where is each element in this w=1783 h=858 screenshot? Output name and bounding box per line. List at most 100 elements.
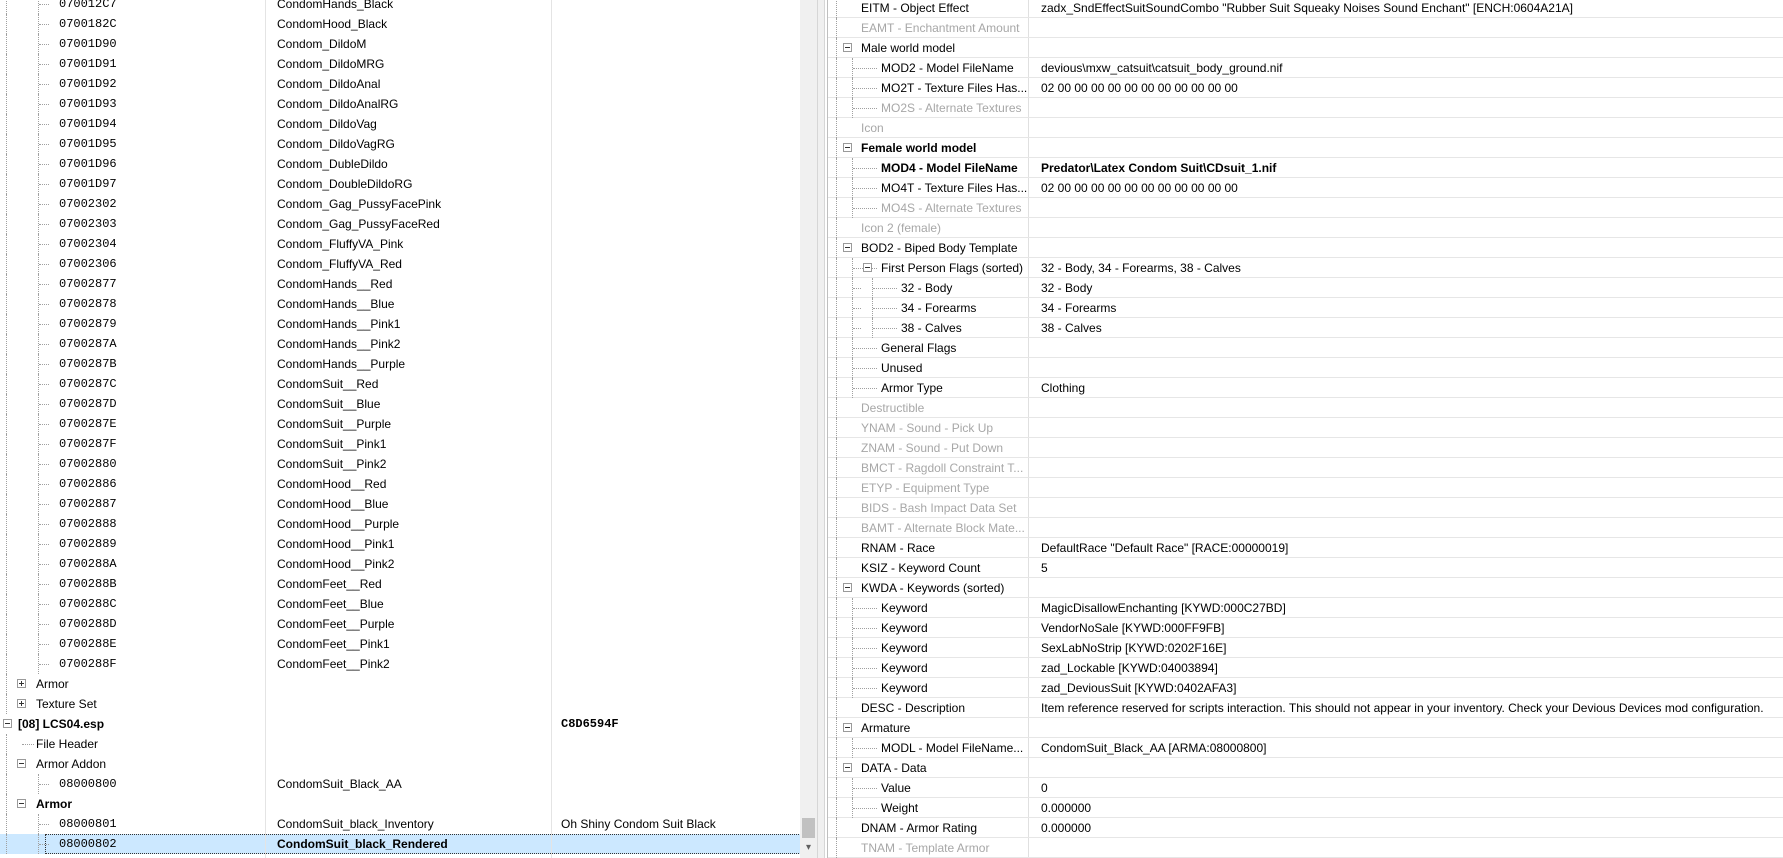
tree-record-row[interactable]: 07001D97 Condom_DoubleDildoRG <box>0 174 800 194</box>
record-field-row[interactable]: Male world model <box>828 38 1783 58</box>
field-value[interactable]: 38 - Calves <box>1041 318 1102 338</box>
tree-record-row[interactable]: 0700288D CondomFeet__Purple <box>0 614 800 634</box>
tree-record-row[interactable]: 07002889 CondomHood__Pink1 <box>0 534 800 554</box>
record-field-row[interactable]: Armor Type Clothing <box>828 378 1783 398</box>
field-value[interactable]: 0.000000 <box>1041 798 1091 818</box>
record-field-row[interactable]: 34 - Forearms 34 - Forearms <box>828 298 1783 318</box>
tree-record-row[interactable]: 07002887 CondomHood__Blue <box>0 494 800 514</box>
tree-record-row[interactable]: 07002304 Condom_FluffyVA_Pink <box>0 234 800 254</box>
field-value[interactable]: 32 - Body <box>1041 278 1092 298</box>
record-field-row[interactable]: 38 - Calves 38 - Calves <box>828 318 1783 338</box>
record-field-row[interactable]: Weight 0.000000 <box>828 798 1783 818</box>
record-field-row[interactable]: Icon <box>828 118 1783 138</box>
tree-scrollbar[interactable]: ▾ <box>800 0 817 858</box>
scroll-down-arrow-icon[interactable]: ▾ <box>800 838 817 858</box>
record-field-row[interactable]: DNAM - Armor Rating 0.000000 <box>828 818 1783 838</box>
pane-splitter[interactable] <box>817 0 825 858</box>
record-field-row[interactable]: MO4S - Alternate Textures <box>828 198 1783 218</box>
tree-record-row[interactable]: 0700182C CondomHood_Black <box>0 14 800 34</box>
record-field-row[interactable]: KWDA - Keywords (sorted) <box>828 578 1783 598</box>
field-value[interactable]: zadx_SndEffectSuitSoundCombo "Rubber Sui… <box>1041 0 1573 18</box>
tree-record-row[interactable]: 07001D95 Condom_DildoVagRG <box>0 134 800 154</box>
tree-record-row[interactable]: 0700287E CondomSuit__Purple <box>0 414 800 434</box>
tree-record-row[interactable]: 0700287D CondomSuit__Blue <box>0 394 800 414</box>
record-view-pane[interactable]: EITM - Object Effect zadx_SndEffectSuitSo… <box>827 0 1783 858</box>
record-field-row[interactable]: ZNAM - Sound - Put Down <box>828 438 1783 458</box>
collapse-minus-icon[interactable] <box>17 799 26 808</box>
field-value[interactable]: Item reference reserved for scripts inte… <box>1041 698 1764 718</box>
tree-record-row[interactable]: 07001D91 Condom_DildoMRG <box>0 54 800 74</box>
tree-record-row[interactable]: 07001D93 Condom_DildoAnalRG <box>0 94 800 114</box>
record-field-row[interactable]: MOD4 - Model FileName Predator\Latex Cond… <box>828 158 1783 178</box>
record-field-row[interactable]: Value 0 <box>828 778 1783 798</box>
collapse-minus-icon[interactable] <box>863 263 872 272</box>
tree-group-row[interactable]: Texture Set <box>0 694 800 714</box>
tree-group-row[interactable]: File Header <box>0 734 800 754</box>
record-field-row[interactable]: Destructible <box>828 398 1783 418</box>
tree-record-row[interactable]: 07001D96 Condom_DubleDildo <box>0 154 800 174</box>
tree-record-row[interactable]: 0700287C CondomSuit__Red <box>0 374 800 394</box>
tree-record-row[interactable]: 07001D92 Condom_DildoAnal <box>0 74 800 94</box>
tree-record-row[interactable]: 0700288B CondomFeet__Red <box>0 574 800 594</box>
tree-record-row[interactable]: 07002886 CondomHood__Red <box>0 474 800 494</box>
record-field-row[interactable]: BMCT - Ragdoll Constraint T... <box>828 458 1783 478</box>
tree-record-row[interactable]: 07002879 CondomHands__Pink1 <box>0 314 800 334</box>
record-field-row[interactable]: Female world model <box>828 138 1783 158</box>
tree-record-row[interactable]: 0700288A CondomHood__Pink2 <box>0 554 800 574</box>
record-field-row[interactable]: 32 - Body 32 - Body <box>828 278 1783 298</box>
record-field-row[interactable]: MO4T - Texture Files Has... 02 00 00 00 0… <box>828 178 1783 198</box>
collapse-minus-icon[interactable] <box>843 143 852 152</box>
tree-record-row[interactable]: 07002306 Condom_FluffyVA_Red <box>0 254 800 274</box>
expand-plus-icon[interactable] <box>17 699 26 708</box>
field-value[interactable]: VendorNoSale [KYWD:000FF9FB] <box>1041 618 1224 638</box>
record-field-row[interactable]: Unused <box>828 358 1783 378</box>
tree-group-row[interactable]: Armor Addon <box>0 754 800 774</box>
tree-group-row[interactable]: Armor <box>0 794 800 814</box>
tree-record-row[interactable]: 07002880 CondomSuit__Pink2 <box>0 454 800 474</box>
record-field-row[interactable]: DATA - Data <box>828 758 1783 778</box>
field-value[interactable]: zad_DeviousSuit [KYWD:0402AFA3] <box>1041 678 1236 698</box>
field-value[interactable]: 32 - Body, 34 - Forearms, 38 - Calves <box>1041 258 1241 278</box>
field-value[interactable]: 0.000000 <box>1041 818 1091 838</box>
record-field-row[interactable]: MOD2 - Model FileName devious\mxw_catsuit… <box>828 58 1783 78</box>
record-field-row[interactable]: RNAM - Race DefaultRace "Default Race" [R… <box>828 538 1783 558</box>
record-field-row[interactable]: Armature <box>828 718 1783 738</box>
collapse-minus-icon[interactable] <box>843 43 852 52</box>
field-value[interactable]: 0 <box>1041 778 1048 798</box>
field-value[interactable]: Predator\Latex Condom Suit\CDsuit_1.nif <box>1041 158 1276 178</box>
record-field-row[interactable]: Keyword SexLabNoStrip [KYWD:0202F16E] <box>828 638 1783 658</box>
tree-record-row[interactable]: 07001D90 Condom_DildoM <box>0 34 800 54</box>
field-value[interactable]: devious\mxw_catsuit\catsuit_body_ground.… <box>1041 58 1282 78</box>
tree-record-row[interactable]: 07002303 Condom_Gag_PussyFaceRed <box>0 214 800 234</box>
record-field-row[interactable]: Keyword MagicDisallowEnchanting [KYWD:000… <box>828 598 1783 618</box>
field-value[interactable]: MagicDisallowEnchanting [KYWD:000C27BD] <box>1041 598 1286 618</box>
tree-record-row[interactable]: 07002888 CondomHood__Purple <box>0 514 800 534</box>
collapse-minus-icon[interactable] <box>3 719 12 728</box>
record-field-row[interactable]: MO2T - Texture Files Has... 02 00 00 00 0… <box>828 78 1783 98</box>
record-field-row[interactable]: ETYP - Equipment Type <box>828 478 1783 498</box>
tree-record-row[interactable]: 07002877 CondomHands__Red <box>0 274 800 294</box>
record-field-row[interactable]: EITM - Object Effect zadx_SndEffectSuitSo… <box>828 0 1783 18</box>
field-value[interactable]: DefaultRace "Default Race" [RACE:0000001… <box>1041 538 1288 558</box>
collapse-minus-icon[interactable] <box>843 723 852 732</box>
field-value[interactable]: 02 00 00 00 00 00 00 00 00 00 00 00 <box>1041 78 1238 98</box>
record-field-row[interactable]: EAMT - Enchantment Amount <box>828 18 1783 38</box>
record-field-row[interactable]: Keyword zad_Lockable [KYWD:04003894] <box>828 658 1783 678</box>
collapse-minus-icon[interactable] <box>843 763 852 772</box>
record-field-row[interactable]: Icon 2 (female) <box>828 218 1783 238</box>
tree-record-row[interactable]: 0700288F CondomFeet__Pink2 <box>0 654 800 674</box>
tree-record-row[interactable]: 08000801 CondomSuit_black_Inventory Oh Shi… <box>0 814 800 834</box>
tree-record-row[interactable]: 08000802 CondomSuit_black_Rendered <box>0 834 800 854</box>
collapse-minus-icon[interactable] <box>843 583 852 592</box>
tree-record-row[interactable]: 07002302 Condom_Gag_PussyFacePink <box>0 194 800 214</box>
tree-group-row[interactable]: Armor <box>0 674 800 694</box>
field-value[interactable]: CondomSuit_Black_AA [ARMA:08000800] <box>1041 738 1266 758</box>
record-field-row[interactable]: BOD2 - Biped Body Template <box>828 238 1783 258</box>
tree-record-row[interactable]: 0700287A CondomHands__Pink2 <box>0 334 800 354</box>
field-value[interactable]: 34 - Forearms <box>1041 298 1116 318</box>
record-field-row[interactable]: General Flags <box>828 338 1783 358</box>
record-tree-pane[interactable]: 070012C7 CondomHands_Black 0700182C CondomH… <box>0 0 800 858</box>
record-field-row[interactable]: Keyword zad_DeviousSuit [KYWD:0402AFA3] <box>828 678 1783 698</box>
tree-record-row[interactable]: 0700288C CondomFeet__Blue <box>0 594 800 614</box>
record-field-row[interactable]: MODL - Model FileName... CondomSuit_Black… <box>828 738 1783 758</box>
